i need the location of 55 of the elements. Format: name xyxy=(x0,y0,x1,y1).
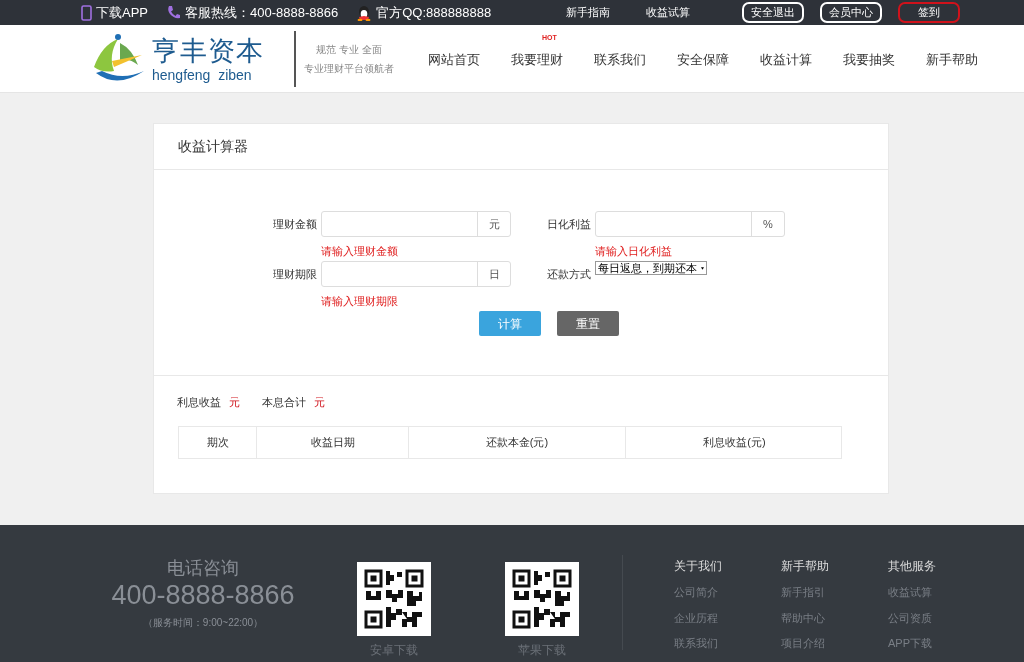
nav-link[interactable]: 我要理财 xyxy=(511,51,563,67)
nav-link[interactable]: 网站首页 xyxy=(428,51,480,67)
dropdown[interactable]: 每日返息，到期还本 xyxy=(595,261,707,275)
contact-text: 客服热线：400-8888-8866 xyxy=(185,3,339,22)
column-header: 利息收益(元) xyxy=(625,427,843,458)
qr-code-icon xyxy=(505,562,579,636)
top-button[interactable]: 会员中心 xyxy=(820,2,882,23)
field-label: 日化利益 xyxy=(547,216,591,232)
error-message: 请输入日化利益 xyxy=(595,244,673,259)
phone-icon xyxy=(166,5,181,20)
input-field[interactable]: % xyxy=(595,211,785,237)
footer-heading: 新手帮助 xyxy=(781,558,829,575)
input-field[interactable]: 日 xyxy=(321,261,511,287)
result-value: 元 xyxy=(314,395,325,410)
result-label: 本息合计 xyxy=(262,395,306,410)
column-header: 还款本金(元) xyxy=(408,427,625,458)
logo-name: 亨丰资本 xyxy=(152,34,264,67)
top-link[interactable]: 新手指南 xyxy=(566,4,610,21)
top-link[interactable]: 收益试算 xyxy=(646,4,690,21)
result-label: 利息收益 xyxy=(177,395,221,410)
slogan-text: 规范 专业 全面 xyxy=(316,42,382,57)
action-button[interactable]: 重置 xyxy=(557,311,619,336)
field-label: 理财期限 xyxy=(273,266,317,282)
footer-heading: 关于我们 xyxy=(674,558,722,575)
card-title: 收益计算器 xyxy=(178,137,248,156)
phone-title: 电话咨询 xyxy=(167,557,239,579)
top-button[interactable]: 签到 xyxy=(898,2,960,23)
smartphone-icon xyxy=(81,4,92,21)
nav-link[interactable]: 安全保障 xyxy=(677,51,729,67)
contact-text: 下载APP xyxy=(96,3,148,22)
error-message: 请输入理财金额 xyxy=(321,244,399,259)
nav-link[interactable]: 新手帮助 xyxy=(926,51,978,67)
slogan-text: 专业理财平台领航者 xyxy=(304,61,394,76)
phone-number: 400-8888-8866 xyxy=(111,579,295,611)
contact-text: 官方QQ:888888888 xyxy=(376,3,492,22)
input-field[interactable]: 元 xyxy=(321,211,511,237)
field-label: 理财金额 xyxy=(273,216,317,232)
nav-link[interactable]: 收益计算 xyxy=(760,51,812,67)
unit-label: 日 xyxy=(477,262,510,286)
column-header: 收益日期 xyxy=(256,427,408,458)
nav-link[interactable]: 我要抽奖 xyxy=(843,51,895,67)
service-hours: （服务时间：9:00~22:00） xyxy=(142,616,264,630)
logo-subtitle: hengfeng ziben xyxy=(152,66,253,83)
unit-label: 元 xyxy=(477,212,510,236)
caret-icon xyxy=(701,265,704,271)
error-message: 请输入理财期限 xyxy=(321,294,399,309)
unit-label: % xyxy=(751,212,784,236)
qr-code-icon xyxy=(357,562,431,636)
top-button[interactable]: 安全退出 xyxy=(742,2,804,23)
nav-link[interactable]: 联系我们 xyxy=(594,51,646,67)
footer-heading: 其他服务 xyxy=(888,558,936,575)
penguin-icon xyxy=(356,4,373,21)
column-header: 期次 xyxy=(205,435,230,451)
field-label: 还款方式 xyxy=(547,266,591,282)
result-value: 元 xyxy=(229,395,240,410)
